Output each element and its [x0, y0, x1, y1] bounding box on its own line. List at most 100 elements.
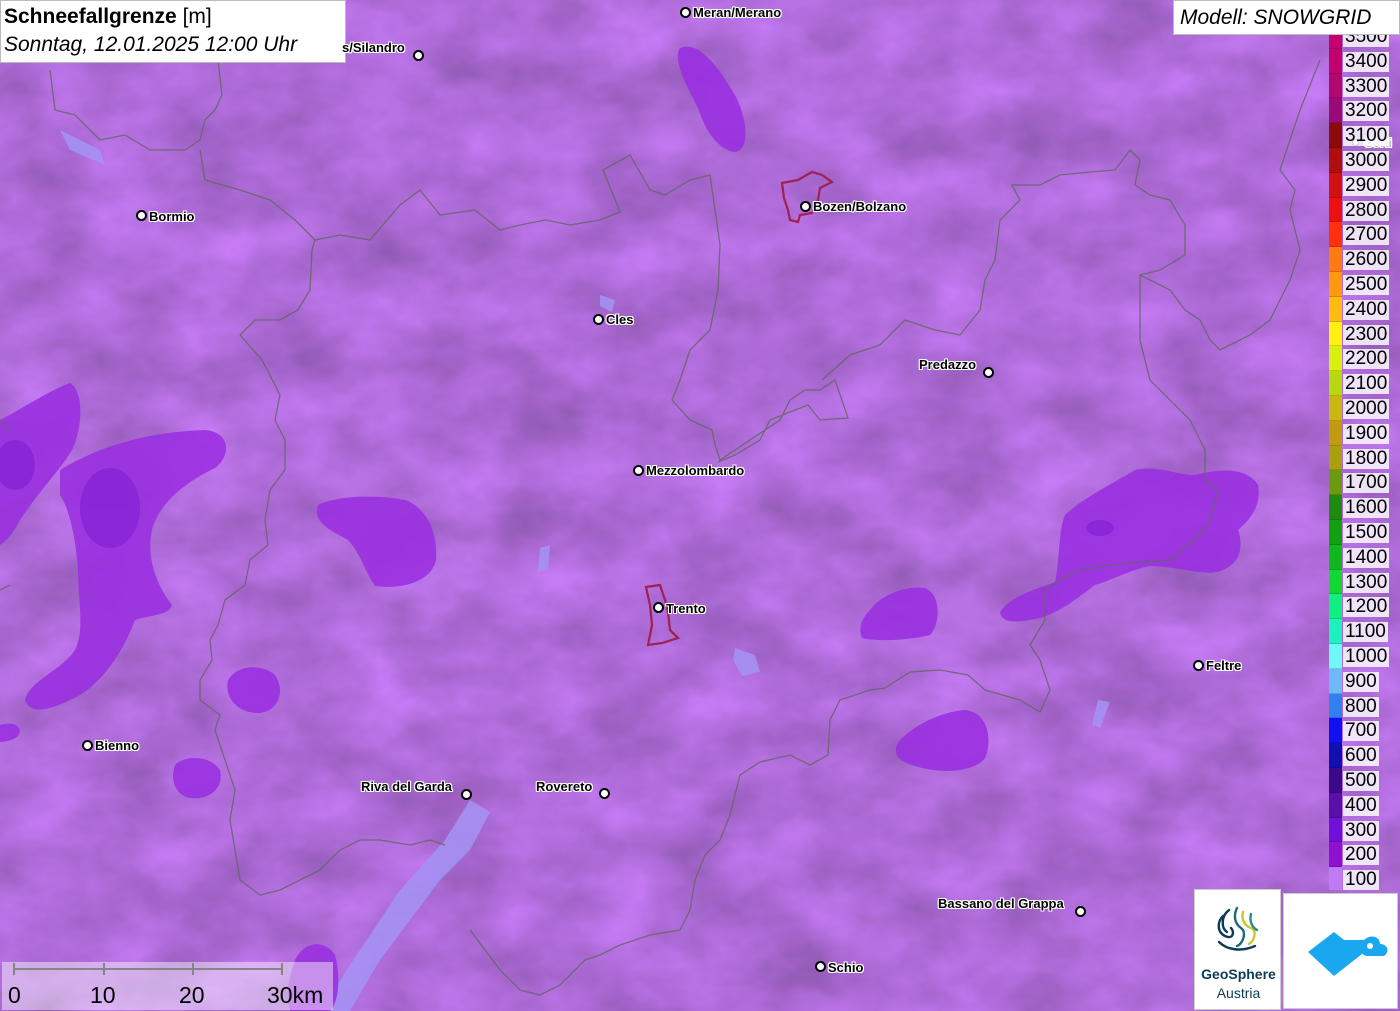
- model-label: Modell: SNOWGRID: [1180, 6, 1372, 29]
- geosphere-logo[interactable]: GeoSphere Austria: [1194, 889, 1281, 1010]
- city-label-cles[interactable]: Cles: [606, 312, 633, 327]
- legend-swatch: [1329, 644, 1342, 669]
- legend-label: 1600: [1343, 497, 1390, 519]
- city-dot-rovereto[interactable]: [599, 788, 610, 799]
- legend-row-3500: 3500: [1329, 35, 1400, 49]
- map-title: Schneefallgrenze [m]: [4, 5, 212, 29]
- city-label-silandro[interactable]: s/Silandro: [342, 40, 405, 55]
- legend-row-3300: 3300: [1329, 73, 1400, 99]
- legend-row-1400: 1400: [1329, 544, 1400, 570]
- legend-row-3100: 3100: [1329, 123, 1400, 148]
- geosphere-emblem-icon: [1217, 906, 1259, 951]
- city-dot-cles[interactable]: [593, 314, 604, 325]
- legend-swatch: [1329, 792, 1342, 818]
- legend-label: 100: [1343, 869, 1379, 890]
- legend-row-1900: 1900: [1329, 420, 1400, 446]
- city-dot-meran[interactable]: [680, 7, 691, 18]
- legend-label: 1100: [1343, 621, 1388, 643]
- city-label-meran[interactable]: Meran/Merano: [693, 5, 781, 20]
- city-dot-bormio[interactable]: [136, 210, 147, 221]
- city-dot-bassano[interactable]: [1075, 906, 1086, 917]
- legend-row-1100: 1100: [1329, 619, 1400, 644]
- legend-swatch: [1329, 371, 1342, 396]
- city-label-rovereto[interactable]: Rovereto: [536, 779, 592, 794]
- legend-row-1000: 1000: [1329, 644, 1400, 669]
- legend-swatch: [1329, 98, 1342, 124]
- city-dot-feltre[interactable]: [1193, 660, 1204, 671]
- legend-row-200: 200: [1329, 842, 1400, 868]
- legend-label: 3400: [1343, 50, 1390, 72]
- legend-label: 2100: [1343, 373, 1390, 395]
- legend-label: 900: [1343, 670, 1379, 692]
- city-dot-bienno[interactable]: [82, 740, 93, 751]
- legend-row-2200: 2200: [1329, 346, 1400, 372]
- city-dot-silandro[interactable]: [413, 50, 424, 61]
- city-label-trento[interactable]: Trento: [666, 601, 706, 616]
- city-label-bormio[interactable]: Bormio: [149, 209, 195, 224]
- legend-swatch: [1329, 445, 1342, 471]
- legend-row-2400: 2400: [1329, 296, 1400, 322]
- legend-swatch: [1329, 123, 1342, 148]
- legend-swatch: [1329, 420, 1342, 446]
- legend-row-2000: 2000: [1329, 396, 1400, 421]
- city-label-predazzo[interactable]: Predazzo: [919, 357, 976, 372]
- city-dot-bolzano[interactable]: [800, 201, 811, 212]
- legend-row-100: 100: [1329, 867, 1400, 890]
- legend-label: 300: [1343, 819, 1379, 841]
- legend-label: 2200: [1343, 348, 1390, 370]
- city-dot-riva[interactable]: [461, 789, 472, 800]
- legend-row-400: 400: [1329, 792, 1400, 818]
- legend-swatch: [1329, 73, 1342, 99]
- city-dot-mezzolombardo[interactable]: [633, 465, 644, 476]
- legend-label: 3000: [1343, 150, 1390, 171]
- legend-label: 1700: [1343, 472, 1390, 494]
- city-dot-trento[interactable]: [653, 602, 664, 613]
- city-dot-schio[interactable]: [815, 961, 826, 972]
- legend-row-1200: 1200: [1329, 594, 1400, 620]
- legend-row-2700: 2700: [1329, 222, 1400, 248]
- legend-label: 2300: [1343, 323, 1390, 345]
- legend-row-1600: 1600: [1329, 495, 1400, 520]
- legend-row-1500: 1500: [1329, 520, 1400, 545]
- city-label-bassano[interactable]: Bassano del Grappa: [938, 896, 1064, 911]
- scale-label-0: 0: [8, 982, 21, 1008]
- map-title-unit: [m]: [182, 5, 212, 28]
- legend-swatch: [1329, 346, 1342, 372]
- legend-label: 2800: [1343, 199, 1390, 221]
- patch-core-west: [80, 468, 140, 548]
- legend-label: 800: [1343, 695, 1379, 717]
- snow-cloud-logo-icon: [1308, 932, 1388, 976]
- legend-label: 1200: [1343, 596, 1390, 618]
- city-dot-predazzo[interactable]: [983, 367, 994, 378]
- legend-swatch: [1329, 743, 1342, 768]
- map-title-box: Schneefallgrenze [m] Sonntag, 12.01.2025…: [0, 0, 346, 63]
- legend-row-2300: 2300: [1329, 321, 1400, 347]
- partner-logo[interactable]: [1283, 893, 1398, 1009]
- legend-row-800: 800: [1329, 693, 1400, 719]
- legend-row-1300: 1300: [1329, 569, 1400, 595]
- city-label-bienno[interactable]: Bienno: [95, 738, 139, 753]
- legend-label: 2600: [1343, 249, 1390, 271]
- city-label-bolzano[interactable]: Bozen/Bolzano: [813, 199, 906, 214]
- city-label-mezzolombardo[interactable]: Mezzolombardo: [646, 463, 744, 478]
- legend-swatch: [1329, 520, 1342, 545]
- scale-label-30: 30km: [267, 982, 324, 1008]
- map-canvas[interactable]: [0, 0, 1400, 1011]
- legend-label: 3200: [1343, 100, 1390, 122]
- legend-swatch: [1329, 867, 1342, 890]
- city-label-schio[interactable]: Schio: [828, 960, 863, 975]
- legend-swatch: [1329, 693, 1342, 719]
- map-title-main: Schneefallgrenze: [4, 5, 177, 28]
- legend-row-1700: 1700: [1329, 470, 1400, 496]
- legend-swatch: [1329, 768, 1342, 793]
- legend-row-2600: 2600: [1329, 247, 1400, 272]
- scale-bar: 0 10 20 30km: [2, 962, 333, 1010]
- scale-label-20: 20: [179, 982, 205, 1008]
- legend-swatch: [1329, 35, 1342, 49]
- legend-row-1800: 1800: [1329, 445, 1400, 471]
- legend-swatch: [1329, 148, 1342, 173]
- city-label-feltre[interactable]: Feltre: [1206, 658, 1241, 673]
- legend-swatch: [1329, 272, 1342, 297]
- city-label-riva[interactable]: Riva del Garda: [361, 779, 452, 794]
- patch-core-east: [1086, 520, 1114, 536]
